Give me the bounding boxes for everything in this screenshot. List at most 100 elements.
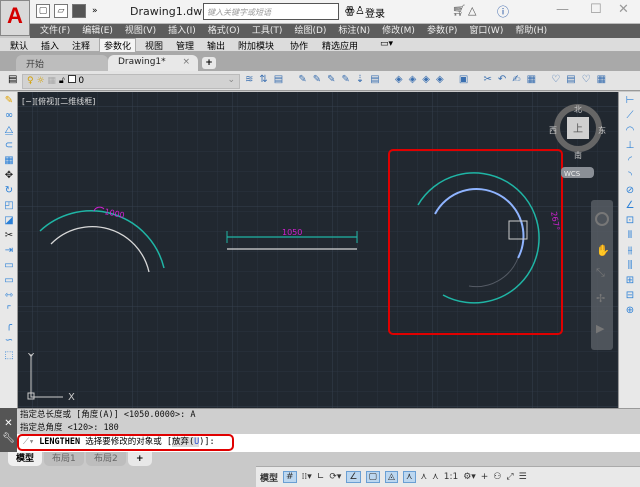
osnap-icon[interactable]: ▢ (365, 471, 381, 483)
isolate-icon[interactable]: ⚇ (493, 472, 501, 482)
command-input[interactable]: ⟋▾ LENGTHEN 选择要修改的对象或 [放弃(U)]: (17, 434, 234, 451)
jogged-icon[interactable]: ◝ (624, 170, 636, 182)
scale-dropdown[interactable]: 1:1 (444, 472, 458, 482)
menu-insert[interactable]: 插入(I) (168, 24, 196, 38)
model-space-button[interactable]: 模型 (260, 471, 278, 484)
close-tab-icon[interactable]: × (182, 57, 190, 67)
tab-insert[interactable]: 插入 (41, 39, 59, 52)
move-icon[interactable]: ✥ (3, 170, 15, 182)
blend-icon[interactable]: ∽ (3, 335, 15, 347)
tab-view[interactable]: 视图 (145, 39, 163, 52)
angular-icon[interactable]: ∠ (624, 200, 636, 212)
menu-view[interactable]: 视图(V) (125, 24, 156, 38)
chamfer-icon[interactable]: ⌜ (3, 305, 15, 317)
layer-dropdown[interactable]: ♀ ☼ ▦ 🔓︎ 0 ⌄ (22, 74, 240, 89)
app-menu-button[interactable]: A (0, 0, 30, 36)
continue-icon[interactable]: ⫵ (624, 245, 636, 257)
mirror-icon[interactable]: ⧋ (3, 125, 15, 137)
undo-option[interactable]: 放弃(U (172, 437, 200, 447)
tab-collaborate[interactable]: 协作 (290, 39, 308, 52)
diameter-icon[interactable]: ⊘ (624, 185, 636, 197)
array-icon[interactable]: ▦ (3, 155, 15, 167)
fillet-icon[interactable]: ╭ (3, 320, 15, 332)
customize-menu-icon[interactable]: ☰ (519, 472, 527, 482)
ortho-icon[interactable]: ∟ (317, 472, 325, 482)
help-icon[interactable]: ⓘ (497, 3, 509, 20)
binoculars-icon[interactable]: ꙮ (345, 4, 355, 17)
tolerance-icon[interactable]: ⊟ (624, 290, 636, 302)
dim-space-icon[interactable]: ⫼ (624, 260, 636, 272)
minimize-button[interactable]: — (556, 2, 569, 17)
center-mark-icon[interactable]: ⊕ (624, 305, 636, 317)
tab-manage[interactable]: 管理 (176, 39, 194, 52)
search-input[interactable]: 键入关键字或短语 (203, 3, 339, 20)
menu-format[interactable]: 格式(O) (208, 24, 240, 38)
annotation-visibility-icon[interactable]: ⋏ (402, 471, 416, 483)
menu-parametric[interactable]: 参数(P) (427, 24, 457, 38)
break-at-point-icon[interactable]: ▭ (3, 275, 15, 287)
maximize-button[interactable]: ☐ (590, 2, 602, 17)
layer-manager-icon[interactable]: ▤ (8, 74, 17, 85)
menu-edit[interactable]: 编辑(E) (82, 24, 113, 38)
tab-default[interactable]: 默认 (10, 39, 28, 52)
menu-draw[interactable]: 绘图(D) (294, 24, 326, 38)
tab-addins[interactable]: 附加模块 (238, 39, 274, 52)
menu-dimension[interactable]: 标注(N) (338, 24, 370, 38)
break-icon[interactable]: ▭ (3, 260, 15, 272)
baseline-icon[interactable]: ⫴ (624, 230, 636, 242)
linear-dim-icon[interactable]: ⊢ (624, 95, 636, 107)
tab-drawing1[interactable]: Drawing1* × (108, 55, 198, 71)
login-button[interactable]: 登录 (365, 5, 385, 20)
more-icon[interactable]: » (92, 6, 98, 16)
menu-help[interactable]: 帮助(H) (515, 24, 547, 38)
snap-icon[interactable]: ⁞⁞▾ (302, 472, 312, 482)
tab-featured[interactable]: 精选应用 (322, 39, 358, 52)
menu-file[interactable]: 文件(F) (40, 24, 70, 38)
copy-icon[interactable]: ∞ (3, 110, 15, 122)
explode-icon[interactable]: ⬚ (3, 350, 15, 362)
join-icon[interactable]: ⇿ (3, 290, 15, 302)
isodraft-icon[interactable]: ∠ (346, 471, 361, 483)
quick-dim-icon[interactable]: ⊡ (624, 215, 636, 227)
ribbon-toggle-icon[interactable]: ▭▾ (380, 39, 393, 49)
close-button[interactable]: ✕ (618, 2, 629, 17)
arc-length-icon[interactable]: ◠ (624, 125, 636, 137)
tab-layout2[interactable]: 布局2 (86, 452, 126, 466)
3dosnap-icon[interactable]: ◬ (385, 471, 398, 483)
tab-model[interactable]: 模型 (8, 452, 43, 466)
rotate-icon[interactable]: ↻ (3, 185, 15, 197)
tab-output[interactable]: 输出 (207, 39, 225, 52)
tab-parametric[interactable]: 参数化 (99, 38, 137, 53)
wrench-icon[interactable]: 🔧︎ (0, 433, 17, 444)
offset-icon[interactable]: ⊂ (3, 140, 15, 152)
stretch-icon[interactable]: ◪ (3, 215, 15, 227)
new-icon[interactable]: ▢ (36, 4, 50, 18)
gear-icon[interactable]: ⚙▾ (463, 472, 476, 482)
grid-icon[interactable]: # (283, 471, 297, 483)
tab-layout1[interactable]: 布局1 (44, 452, 84, 466)
open-icon[interactable]: ▱ (54, 4, 68, 18)
cart-icon[interactable]: 🛒︎ (452, 4, 466, 17)
tab-start[interactable]: 开始 (16, 55, 108, 71)
menu-window[interactable]: 窗口(W) (469, 24, 503, 38)
menu-modify[interactable]: 修改(M) (382, 24, 415, 38)
layer-tools-icons[interactable]: ≋⇅▤ ✎✎✎✎⇣▤ ◈◈◈◈ ▣ ✂↶✍▦ ♡▤♡▦ (245, 74, 612, 85)
scale-icon[interactable]: ◰ (3, 200, 15, 212)
ordinate-icon[interactable]: ⊥ (624, 140, 636, 152)
erase-icon[interactable]: ✎ (3, 95, 15, 107)
aligned-dim-icon[interactable]: ⟋ (624, 110, 636, 122)
new-tab-button[interactable]: + (202, 57, 216, 69)
add-layout-button[interactable]: + (128, 452, 152, 466)
drawing-canvas[interactable]: 1000 1050 267° Y X [−][俯视][二维线框] 上 北 南 东… (18, 92, 618, 408)
close-icon[interactable]: ✕ (0, 418, 17, 429)
extend-icon[interactable]: ⇥ (3, 245, 15, 257)
annotation-scale-icon[interactable]: ⋏ (432, 472, 439, 482)
plus-icon[interactable]: + (481, 472, 489, 482)
autoscale-icon[interactable]: ⋏ (421, 472, 428, 482)
dim-break-icon[interactable]: ⊞ (624, 275, 636, 287)
trim-icon[interactable]: ✂ (3, 230, 15, 242)
fullscreen-icon[interactable]: ⤢ (506, 472, 513, 482)
tab-annotate[interactable]: 注释 (72, 39, 90, 52)
save-icon[interactable] (72, 4, 86, 18)
menu-tools[interactable]: 工具(T) (252, 24, 283, 38)
